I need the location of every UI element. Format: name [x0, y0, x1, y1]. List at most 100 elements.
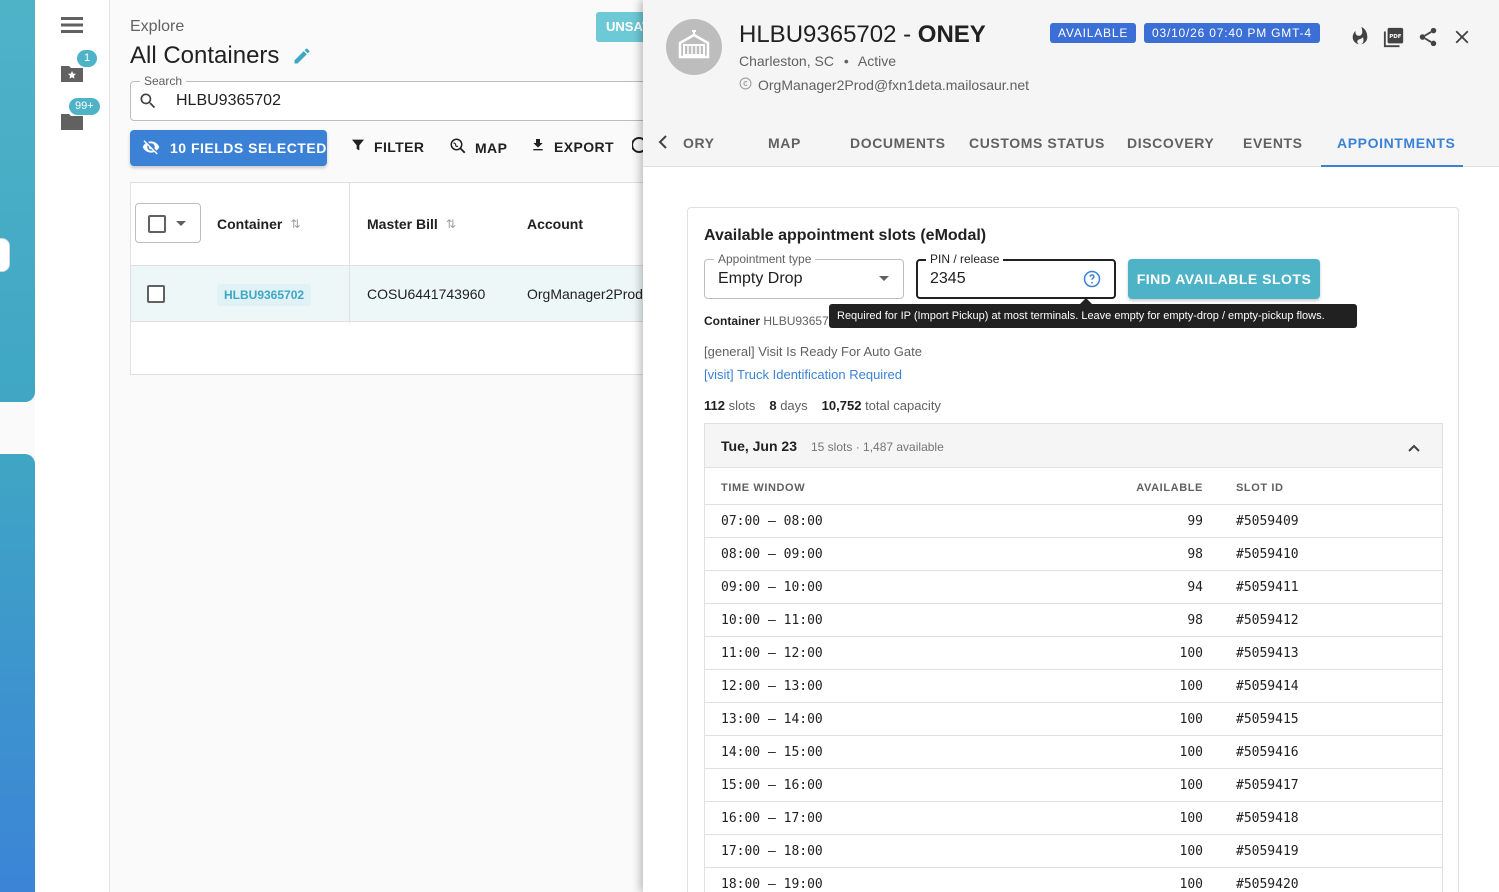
tab-discovery[interactable]: DISCOVERY: [1127, 135, 1214, 151]
appointments-title: Available appointment slots (eModal): [704, 227, 987, 244]
pdf-icon[interactable]: PDF: [1383, 26, 1405, 48]
days-label: days: [780, 398, 808, 413]
master-bill-cell: COSU6441743960: [367, 286, 486, 302]
fire-icon[interactable]: [1349, 26, 1371, 48]
slot-row[interactable]: 09:00 – 10:00 94 #5059411: [705, 570, 1442, 603]
container-title: HLBU9365702 - ONEY: [739, 21, 986, 48]
slot-row[interactable]: 10:00 – 11:00 98 #5059412: [705, 603, 1442, 636]
app-sidebar-strip-top: [0, 0, 35, 402]
container-detail-panel: HLBU9365702 - ONEY Charleston, SC • Acti…: [643, 0, 1499, 892]
search-label: Search: [140, 74, 187, 88]
export-button[interactable]: EXPORT: [530, 137, 614, 156]
find-available-slots-button[interactable]: FIND AVAILABLE SLOTS: [1128, 259, 1320, 299]
select-all-menu[interactable]: [135, 203, 201, 243]
capacity-label: total capacity: [865, 398, 941, 413]
appointment-type-value[interactable]: Empty Drop: [718, 270, 802, 288]
tab-events[interactable]: EVENTS: [1243, 135, 1303, 151]
day-group-header[interactable]: Tue, Jun 23 15 slots · 1,487 available: [705, 424, 1442, 468]
days-count: 8: [769, 398, 777, 413]
list-icon[interactable]: [61, 16, 83, 34]
container-link[interactable]: HLBU9365702: [217, 284, 312, 306]
close-icon[interactable]: [1451, 26, 1473, 48]
explore-main: Explore All Containers UNSAVED Search HL…: [110, 0, 670, 892]
slot-id: #5059410: [1236, 547, 1299, 562]
slot-row[interactable]: 18:00 – 19:00 100 #5059420: [705, 867, 1442, 892]
fields-selected-button[interactable]: 10 FIELDS SELECTED: [130, 130, 327, 166]
download-icon: [530, 137, 546, 156]
tab-history[interactable]: ORY: [683, 135, 715, 151]
slot-available: 100: [1179, 712, 1203, 727]
appointments-card: Available appointment slots (eModal) App…: [687, 207, 1459, 892]
slot-row[interactable]: 15:00 – 16:00 100 #5059417: [705, 768, 1442, 801]
tab-appointments[interactable]: APPOINTMENTS: [1337, 135, 1455, 151]
visit-message-link[interactable]: [visit] Truck Identification Required: [704, 367, 902, 382]
sort-icon[interactable]: ⇅: [290, 217, 300, 231]
dropdown-arrow-icon[interactable]: [879, 276, 889, 281]
caret-down-icon[interactable]: [176, 221, 186, 226]
slot-time-window: 16:00 – 17:00: [721, 811, 823, 826]
slot-row[interactable]: 13:00 – 14:00 100 #5059415: [705, 702, 1442, 735]
slot-row[interactable]: 16:00 – 17:00 100 #5059418: [705, 801, 1442, 834]
slot-available: 100: [1179, 679, 1203, 694]
pin-release-input[interactable]: 2345: [930, 270, 966, 288]
column-header-master-bill[interactable]: Master Bill ⇅: [367, 183, 456, 265]
slot-id: #5059414: [1236, 679, 1299, 694]
sort-icon[interactable]: ⇅: [446, 217, 456, 231]
slot-available: 98: [1187, 613, 1203, 628]
panel-header: HLBU9365702 - ONEY Charleston, SC • Acti…: [643, 0, 1499, 167]
filter-button[interactable]: FILTER: [350, 137, 424, 156]
column-header-label: Master Bill: [367, 216, 438, 232]
sidebar-toggle-handle[interactable]: [0, 238, 10, 272]
map-button[interactable]: MAP: [449, 137, 507, 158]
visibility-off-icon: [142, 138, 160, 159]
help-circle-icon[interactable]: [1083, 270, 1101, 293]
slot-time-window: 09:00 – 10:00: [721, 580, 823, 595]
pin-help-tooltip: Required for IP (Import Pickup) at most …: [829, 304, 1357, 328]
slot-row[interactable]: 11:00 – 12:00 100 #5059413: [705, 636, 1442, 669]
section-label: Explore: [130, 18, 185, 35]
tab-documents[interactable]: DOCUMENTS: [850, 135, 946, 151]
chevron-up-icon[interactable]: [1407, 440, 1421, 458]
slot-time-window: 14:00 – 15:00: [721, 745, 823, 760]
owner-email-line: OrgManager2Prod@fxn1deta.mailosaur.net: [739, 77, 1029, 93]
slot-row[interactable]: 14:00 – 15:00 100 #5059416: [705, 735, 1442, 768]
slot-row[interactable]: 12:00 – 13:00 100 #5059414: [705, 669, 1442, 702]
slot-time-window: 11:00 – 12:00: [721, 646, 823, 661]
column-header-account[interactable]: Account: [527, 183, 583, 265]
icon-rail: 1 99+: [35, 0, 110, 892]
column-header-slot-id: SLOT ID: [1236, 482, 1284, 494]
container-avatar: [666, 19, 722, 75]
tab-map[interactable]: MAP: [768, 135, 801, 151]
owner-email: OrgManager2Prod@fxn1deta.mailosaur.net: [758, 77, 1030, 93]
slot-time-window: 15:00 – 16:00: [721, 778, 823, 793]
row-checkbox[interactable]: [147, 285, 165, 303]
slot-row[interactable]: 17:00 – 18:00 100 #5059419: [705, 834, 1442, 867]
edit-pencil-icon[interactable]: [292, 46, 312, 66]
column-header-label: Account: [527, 216, 583, 232]
slot-id: #5059418: [1236, 811, 1299, 826]
slot-available: 100: [1179, 877, 1203, 892]
active-tab-indicator: [1321, 165, 1463, 167]
tabs-scroll-left-icon[interactable]: [657, 134, 669, 155]
slot-available: 98: [1187, 547, 1203, 562]
availability-chip: AVAILABLE: [1050, 23, 1137, 43]
container-info-label: Container: [704, 314, 761, 328]
fields-selected-label: 10 FIELDS SELECTED: [170, 140, 327, 156]
share-icon[interactable]: [1417, 26, 1439, 48]
appointment-type-label: Appointment type: [714, 252, 816, 266]
search-icon: [138, 91, 158, 111]
slot-id: #5059420: [1236, 877, 1299, 892]
search-input-value[interactable]: HLBU9365702: [176, 92, 281, 110]
slots-count: 112: [704, 398, 725, 413]
slot-row[interactable]: 07:00 – 08:00 99 #5059409: [705, 504, 1442, 537]
starred-folder-icon[interactable]: [61, 64, 83, 82]
slot-row[interactable]: 08:00 – 09:00 98 #5059410: [705, 537, 1442, 570]
day-meta: 15 slots · 1,487 available: [811, 440, 944, 454]
slot-available: 100: [1179, 844, 1203, 859]
table-row[interactable]: HLBU9365702 COSU6441743960 OrgManager2Pr…: [131, 265, 661, 323]
slot-id: #5059417: [1236, 778, 1299, 793]
container-info-value: HLBU93657: [763, 314, 829, 328]
column-header-container[interactable]: Container ⇅: [217, 183, 300, 265]
select-all-checkbox[interactable]: [148, 215, 166, 233]
tab-customs-status[interactable]: CUSTOMS STATUS: [969, 135, 1105, 151]
